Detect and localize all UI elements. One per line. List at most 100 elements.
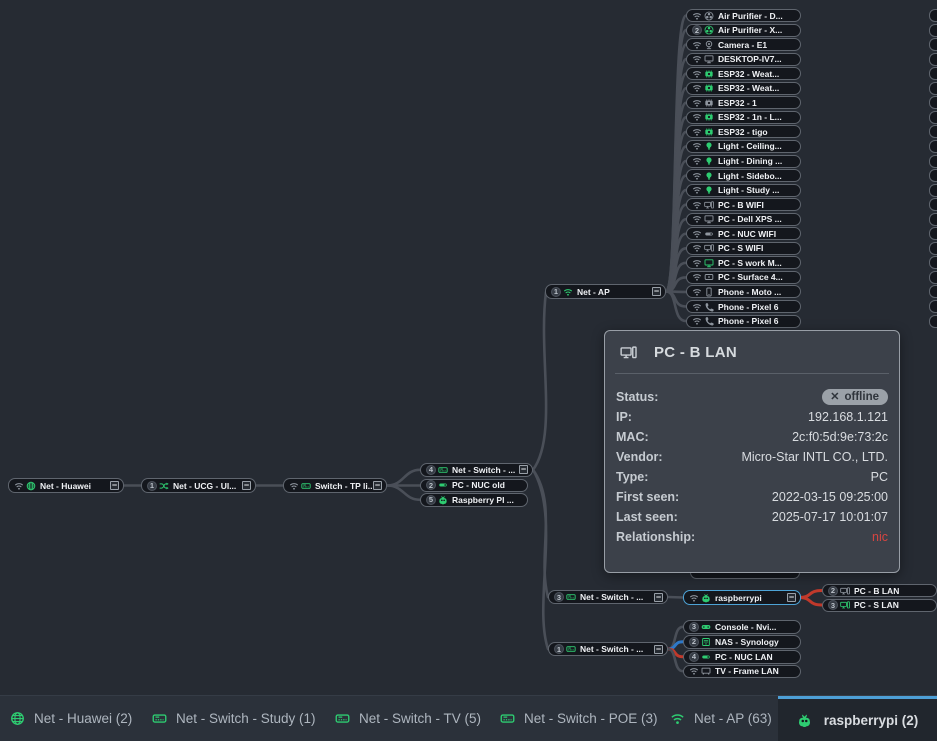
node-label: ESP32 - Weat...	[718, 69, 796, 79]
switch-icon	[335, 711, 350, 726]
node-esp32-1n-l[interactable]: ESP32 - 1n - L...	[686, 111, 801, 124]
x-icon: ✕	[830, 390, 839, 403]
clipped-node[interactable]	[929, 53, 937, 66]
clipped-node[interactable]	[929, 256, 937, 269]
tab-net-huawei[interactable]: Net - Huawei (2)	[10, 696, 132, 741]
node-esp32-tigo[interactable]: ESP32 - tigo	[686, 125, 801, 138]
node-label: PC - Dell XPS ...	[718, 214, 796, 224]
field-label: MAC:	[616, 430, 649, 444]
node-desktop-iv7[interactable]: DESKTOP-IV7...	[686, 53, 801, 66]
node-net-switch-b[interactable]: 3Net - Switch - ...−	[548, 590, 668, 604]
node-air-purifier-x[interactable]: 2Air Purifier - X...	[686, 24, 801, 37]
clipped-node[interactable]	[929, 9, 937, 22]
clipped-node[interactable]	[929, 82, 937, 95]
node-pc-s-wifi[interactable]: PC - S WIFI	[686, 242, 801, 255]
clipped-node[interactable]	[929, 213, 937, 226]
clipped-node[interactable]	[929, 155, 937, 168]
tab-net-switch-study[interactable]: Net - Switch - Study (1)	[152, 696, 316, 741]
node-pc-surface-4[interactable]: PC - Surface 4...	[686, 271, 801, 284]
node-raspberry-pi-old[interactable]: 5Raspberry PI ...	[420, 493, 528, 507]
count-badge: 1	[147, 481, 157, 491]
clipped-node[interactable]	[929, 198, 937, 211]
node-phone-pixel-6a[interactable]: Phone - Pixel 6	[686, 300, 801, 313]
node-net-ucg[interactable]: 1Net - UCG - Ul...−	[141, 478, 256, 493]
node-light-sideboard[interactable]: Light - Sidebo...	[686, 169, 801, 182]
node-pc-s-work-m[interactable]: PC - S work M...	[686, 256, 801, 269]
clipped-node[interactable]	[929, 271, 937, 284]
node-tv-frame-lan[interactable]: TV - Frame LAN	[683, 665, 801, 679]
node-switch-tp[interactable]: Switch - TP li...−	[283, 478, 387, 493]
clipped-node[interactable]	[929, 315, 937, 328]
collapse-button[interactable]: −	[373, 481, 382, 490]
clipped-node[interactable]	[929, 67, 937, 80]
clipped-node[interactable]	[929, 169, 937, 182]
node-pc-dell-xps[interactable]: PC - Dell XPS ...	[686, 213, 801, 226]
node-pc-nuc-lan[interactable]: 4PC - NUC LAN	[683, 650, 801, 664]
node-pc-b-lan[interactable]: 2PC - B LAN	[822, 584, 937, 597]
tab-net-ap[interactable]: Net - AP (63)	[670, 696, 772, 741]
node-nas-synology[interactable]: 2NAS - Synology	[683, 635, 801, 649]
node-label: Phone - Pixel 6	[718, 302, 796, 312]
count-badge: 4	[426, 465, 436, 475]
clipped-node[interactable]	[929, 125, 937, 138]
node-pc-s-lan[interactable]: 3PC - S LAN	[822, 599, 937, 612]
globe-icon	[26, 481, 36, 491]
node-net-switch-c[interactable]: 1Net - Switch - ...−	[548, 642, 668, 656]
node-net-huawei[interactable]: Net - Huawei−	[8, 478, 124, 493]
collapse-button[interactable]: −	[654, 593, 663, 602]
node-phone-moto[interactable]: Phone - Moto ...	[686, 285, 801, 298]
wifi-icon	[692, 141, 702, 151]
field-value: 2022-03-15 09:25:00	[772, 490, 888, 504]
clipped-node[interactable]	[929, 96, 937, 109]
node-net-ap[interactable]: 1Net - AP−	[545, 284, 666, 299]
collapse-button[interactable]: −	[242, 481, 251, 490]
handset-icon	[704, 316, 714, 326]
nic-icon	[701, 652, 711, 662]
collapse-button[interactable]: −	[787, 593, 796, 602]
node-phone-pixel-6b[interactable]: Phone - Pixel 6	[686, 315, 801, 328]
tab-raspberrypi[interactable]: raspberrypi (2)	[778, 696, 937, 741]
collapse-button[interactable]: −	[652, 287, 661, 296]
clipped-node[interactable]	[929, 184, 937, 197]
node-camera-e1[interactable]: Camera - E1	[686, 38, 801, 51]
field-value: offline	[845, 391, 880, 403]
node-light-ceiling[interactable]: Light - Ceiling...	[686, 140, 801, 153]
shuffle-icon	[159, 481, 169, 491]
count-badge: 2	[692, 25, 702, 35]
wifi-icon	[692, 156, 702, 166]
node-esp32-weat-2[interactable]: ESP32 - Weat...	[686, 82, 801, 95]
clipped-node[interactable]	[929, 24, 937, 37]
node-pc-b-wifi[interactable]: PC - B WIFI	[686, 198, 801, 211]
node-light-study[interactable]: Light - Study ...	[686, 184, 801, 197]
node-console-nvidia[interactable]: 3Console - Nvi...	[683, 620, 801, 634]
count-badge: 5	[426, 495, 436, 505]
node-esp32-1[interactable]: ESP32 - 1	[686, 96, 801, 109]
clipped-node[interactable]	[929, 140, 937, 153]
wifi-icon	[692, 127, 702, 137]
clipped-node[interactable]	[929, 111, 937, 124]
board-icon	[704, 69, 714, 79]
pc-icon	[840, 600, 850, 610]
clipped-node[interactable]	[929, 300, 937, 313]
node-pc-nuc-wifi[interactable]: PC - NUC WIFI	[686, 227, 801, 240]
collapse-button[interactable]: −	[654, 645, 663, 654]
tab-net-switch-tv[interactable]: Net - Switch - TV (5)	[335, 696, 481, 741]
node-air-purifier-d[interactable]: Air Purifier - D...	[686, 9, 801, 22]
clipped-node[interactable]	[929, 242, 937, 255]
tab-net-switch-poe[interactable]: Net - Switch - POE (3)	[500, 696, 658, 741]
card-field-row: MAC:2c:f0:5d:9e:73:2c	[616, 427, 888, 447]
node-net-switch-a[interactable]: 4Net - Switch - ...−	[420, 463, 533, 477]
device-detail-card: PC - B LAN Status:✕offlineIP:192.168.1.1…	[604, 330, 900, 573]
clipped-node[interactable]	[929, 38, 937, 51]
node-esp32-weat-1[interactable]: ESP32 - Weat...	[686, 67, 801, 80]
wifi-icon	[289, 481, 299, 491]
collapse-button[interactable]: −	[519, 465, 528, 474]
node-light-dining[interactable]: Light - Dining ...	[686, 155, 801, 168]
node-raspberrypi[interactable]: raspberrypi−	[683, 590, 801, 605]
clipped-node[interactable]	[929, 285, 937, 298]
node-pc-nuc-old[interactable]: 2PC - NUC old	[420, 479, 528, 493]
card-field-row: First seen: 2022-03-15 09:25:00	[616, 487, 888, 507]
field-label: First seen:	[616, 490, 679, 504]
collapse-button[interactable]: −	[110, 481, 119, 490]
clipped-node[interactable]	[929, 227, 937, 240]
